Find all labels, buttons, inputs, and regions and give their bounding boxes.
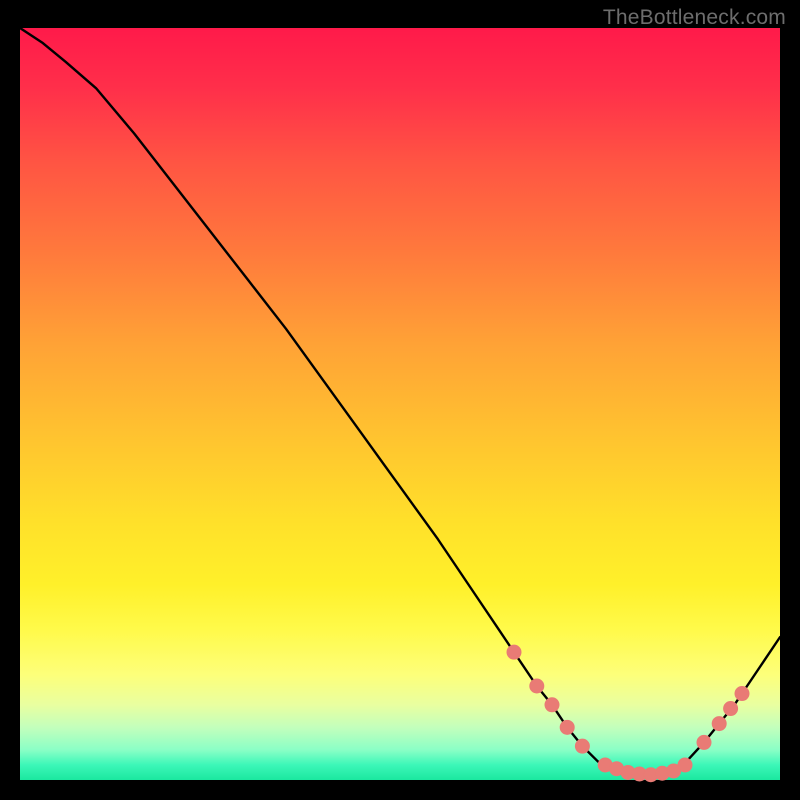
curve-marker — [545, 698, 559, 712]
curve-marker — [560, 720, 574, 734]
plot-area — [20, 28, 780, 780]
curve-marker — [735, 687, 749, 701]
curve-marker — [697, 735, 711, 749]
curve-marker — [712, 717, 726, 731]
curve-markers — [507, 645, 749, 782]
bottleneck-curve — [20, 28, 780, 778]
curve-marker — [724, 702, 738, 716]
curve-marker — [507, 645, 521, 659]
chart-stage: TheBottleneck.com — [0, 0, 800, 800]
attribution-label: TheBottleneck.com — [603, 6, 786, 30]
curve-marker — [530, 679, 544, 693]
curve-marker — [678, 758, 692, 772]
curve-layer — [20, 28, 780, 780]
curve-marker — [575, 739, 589, 753]
